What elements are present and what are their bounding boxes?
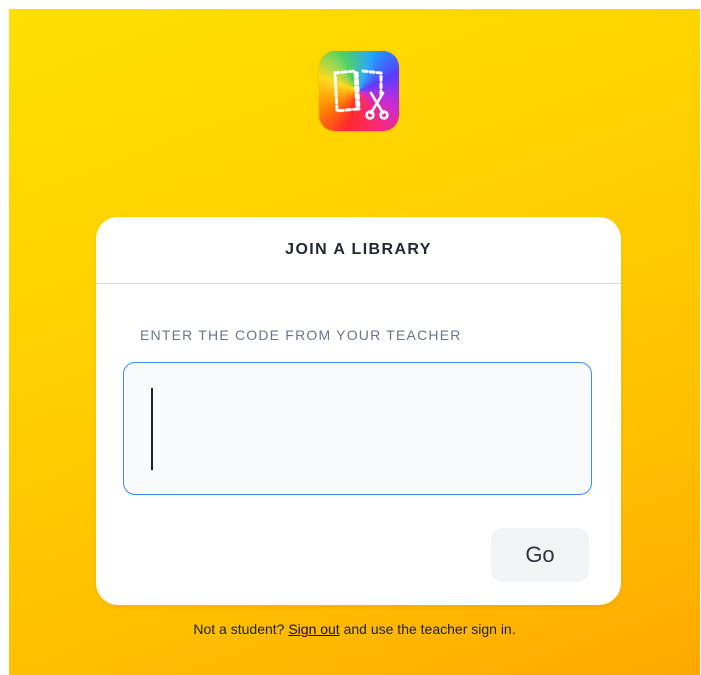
page-background: JOIN A LIBRARY ENTER THE CODE FROM YOUR … xyxy=(9,9,700,675)
sign-out-link[interactable]: Sign out xyxy=(288,621,339,637)
join-library-card: JOIN A LIBRARY ENTER THE CODE FROM YOUR … xyxy=(96,217,621,605)
library-code-input[interactable] xyxy=(123,362,592,495)
text-caret xyxy=(151,388,153,470)
code-field-label: ENTER THE CODE FROM YOUR TEACHER xyxy=(140,327,462,343)
card-title: JOIN A LIBRARY xyxy=(285,241,432,258)
go-button[interactable]: Go xyxy=(491,528,589,582)
card-header: JOIN A LIBRARY xyxy=(96,217,621,284)
book-creator-logo-icon xyxy=(319,51,399,131)
footer-prefix: Not a student? xyxy=(193,621,285,637)
footer-note: Not a student? Sign out and use the teac… xyxy=(9,621,700,637)
footer-suffix: and use the teacher sign in. xyxy=(343,621,516,637)
